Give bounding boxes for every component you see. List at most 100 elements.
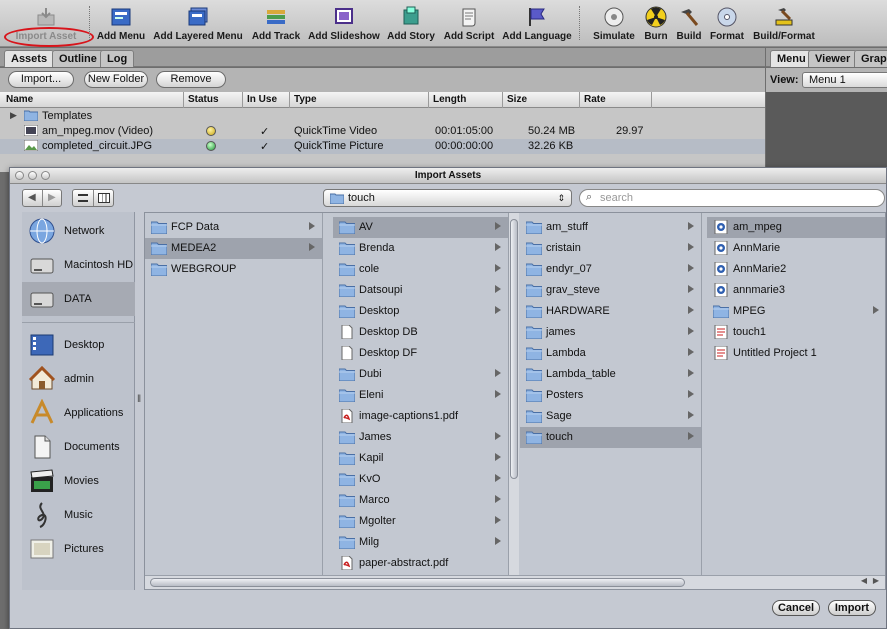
browser-item[interactable]: HARDWARE <box>520 301 701 322</box>
column-header-size[interactable]: Size <box>507 94 527 105</box>
add-script-button[interactable]: Add Script <box>442 4 496 46</box>
browser-item[interactable]: Eleni <box>333 385 508 406</box>
import-confirm-button[interactable]: Import <box>828 600 876 616</box>
browser-item[interactable]: am_mpeg <box>707 217 885 238</box>
tab-log[interactable]: Log <box>100 50 135 67</box>
table-row[interactable]: am_mpeg.mov (Video) ✓ QuickTime Video 00… <box>0 124 765 139</box>
browser-item[interactable]: Kapil <box>333 448 508 469</box>
browser-item[interactable]: AnnMarie <box>707 238 885 259</box>
import-button[interactable]: Import... <box>8 71 74 88</box>
sidebar-item-data[interactable]: DATA <box>22 282 135 316</box>
build-format-button[interactable]: Build/Format <box>752 4 816 46</box>
tab-graph[interactable]: Graph <box>854 50 887 67</box>
add-story-button[interactable]: Add Story <box>386 4 436 46</box>
browser-item[interactable]: paper-abstract.pdf <box>333 553 508 574</box>
browser-item[interactable]: AnnMarie2 <box>707 259 885 280</box>
close-window-button[interactable] <box>15 171 24 180</box>
tab-assets[interactable]: Assets <box>4 50 55 67</box>
add-layered-menu-button[interactable]: Add Layered Menu <box>153 4 243 46</box>
sidebar-item-admin[interactable]: admin <box>22 362 135 396</box>
horizontal-scroll-thumb[interactable] <box>150 578 685 587</box>
format-button[interactable]: Format <box>708 4 746 46</box>
view-select[interactable]: Menu 1 <box>802 72 887 88</box>
scroll-left-arrow-icon[interactable]: ◀ <box>861 576 867 585</box>
sidebar-item-network[interactable]: Network <box>22 214 135 248</box>
add-menu-button[interactable]: Add Menu <box>95 4 147 46</box>
browser-item[interactable]: image-captions1.pdf <box>333 406 508 427</box>
sidebar-item-macintosh-hd[interactable]: Macintosh HD <box>22 248 135 282</box>
build-button[interactable]: Build <box>675 4 703 46</box>
browser-item[interactable]: Desktop DF <box>333 343 508 364</box>
tab-outline[interactable]: Outline <box>52 50 104 67</box>
simulate-button[interactable]: Simulate <box>592 4 636 46</box>
add-slideshow-button[interactable]: Add Slideshow <box>308 4 380 46</box>
browser-item[interactable]: Posters <box>520 385 701 406</box>
sidebar-item-music[interactable]: Music <box>22 498 135 532</box>
browser-item[interactable]: Sage <box>520 406 701 427</box>
list-view-icon[interactable] <box>78 194 88 202</box>
burn-button[interactable]: Burn <box>641 4 671 46</box>
column-header-status[interactable]: Status <box>188 94 219 105</box>
browser-item[interactable]: MPEG <box>707 301 885 322</box>
browser-item[interactable]: AV <box>333 217 508 238</box>
tab-viewer[interactable]: Viewer <box>808 50 858 67</box>
minimize-window-button[interactable] <box>28 171 37 180</box>
browser-item[interactable]: Dubi <box>333 364 508 385</box>
browser-item[interactable]: Desktop DB <box>333 322 508 343</box>
browser-item[interactable]: FCP Data <box>145 217 322 238</box>
browser-item[interactable]: cole <box>333 259 508 280</box>
new-folder-button[interactable]: New Folder <box>84 71 148 88</box>
browser-item-label: annmarie3 <box>733 284 785 296</box>
browser-item[interactable]: Marco <box>333 490 508 511</box>
forward-arrow-icon[interactable]: ▶ <box>48 192 56 203</box>
browser-item[interactable]: Lambda_table <box>520 364 701 385</box>
column-header-rate[interactable]: Rate <box>584 94 606 105</box>
add-language-button[interactable]: Add Language <box>502 4 572 46</box>
sidebar-item-pictures[interactable]: Pictures <box>22 532 135 566</box>
location-popup[interactable]: touch ⇕ <box>323 189 572 207</box>
browser-item[interactable]: am_stuff <box>520 217 701 238</box>
scroll-right-arrow-icon[interactable]: ▶ <box>873 576 879 585</box>
browser-item[interactable]: Milg <box>333 532 508 553</box>
browser-item[interactable]: Datsoupi <box>333 280 508 301</box>
browser-item[interactable]: Lambda <box>520 343 701 364</box>
browser-item[interactable]: Untitled Project 1 <box>707 343 885 364</box>
browser-item[interactable]: MEDEA2 <box>145 238 322 259</box>
column-header-name[interactable]: Name <box>6 94 33 105</box>
sidebar-item-movies[interactable]: Movies <box>22 464 135 498</box>
column-header-type[interactable]: Type <box>294 94 317 105</box>
cancel-button[interactable]: Cancel <box>772 600 820 616</box>
column-header-length[interactable]: Length <box>433 94 466 105</box>
browser-item[interactable]: Brenda <box>333 238 508 259</box>
back-arrow-icon[interactable]: ◀ <box>28 192 36 203</box>
browser-item[interactable]: WEBGROUP <box>145 259 322 280</box>
disclosure-triangle-icon[interactable]: ▶ <box>10 110 17 121</box>
sidebar-item-applications[interactable]: Applications <box>22 396 135 430</box>
search-input[interactable]: ⌕ search <box>579 189 885 207</box>
remove-button[interactable]: Remove <box>156 71 226 88</box>
browser-item[interactable]: james <box>520 322 701 343</box>
column-view-icon[interactable] <box>98 193 110 203</box>
browser-item[interactable]: touch1 <box>707 322 885 343</box>
add-track-button[interactable]: Add Track <box>249 4 303 46</box>
scroll-thumb[interactable] <box>510 219 518 479</box>
browser-item[interactable]: James <box>333 427 508 448</box>
sidebar-item-documents[interactable]: Documents <box>22 430 135 464</box>
column-2-scrollbar[interactable] <box>509 213 519 575</box>
browser-item[interactable]: touch <box>520 427 701 448</box>
browser-item[interactable]: Desktop <box>333 301 508 322</box>
sidebar-item-desktop[interactable]: Desktop <box>22 328 135 362</box>
zoom-window-button[interactable] <box>41 171 50 180</box>
browser-item[interactable]: Mgolter <box>333 511 508 532</box>
column-header-in-use[interactable]: In Use <box>247 94 277 105</box>
tab-menu[interactable]: Menu <box>770 50 813 67</box>
browser-item[interactable]: endyr_07 <box>520 259 701 280</box>
browser-item[interactable]: KvO <box>333 469 508 490</box>
browser-item[interactable]: annmarie3 <box>707 280 885 301</box>
horizontal-scrollbar[interactable]: ◀ ▶ <box>145 575 885 589</box>
browser-item[interactable]: cristain <box>520 238 701 259</box>
browser-item[interactable]: grav_steve <box>520 280 701 301</box>
table-row[interactable]: completed_circuit.JPG ✓ QuickTime Pictur… <box>0 139 765 154</box>
sidebar-resize-handle[interactable]: ‖ <box>137 394 141 405</box>
table-row[interactable]: ▶ Templates <box>0 109 765 124</box>
